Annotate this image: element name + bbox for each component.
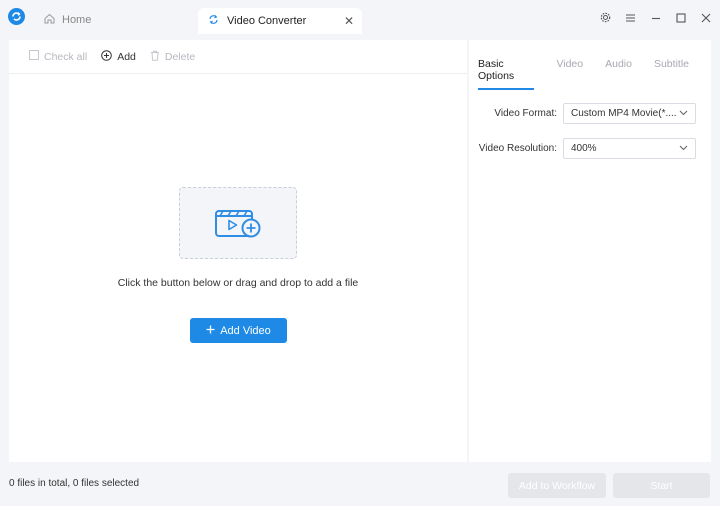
- options-panel: Basic Options Video Audio Subtitle Video…: [469, 40, 711, 462]
- status-text: 0 files in total, 0 files selected: [9, 478, 140, 489]
- add-circle-icon: [101, 49, 112, 64]
- check-all-checkbox[interactable]: Check all: [29, 50, 87, 63]
- tab-video-converter[interactable]: Video Converter ✕: [198, 8, 362, 34]
- video-format-row: Video Format: Custom MP4 Movie(*....: [469, 102, 711, 124]
- file-toolbar: Check all Add Delete: [9, 40, 467, 74]
- check-all-label: Check all: [44, 50, 88, 63]
- tab-video-converter-label: Video Converter: [227, 15, 307, 27]
- video-format-select[interactable]: Custom MP4 Movie(*....: [563, 102, 696, 124]
- plus-icon: [206, 325, 215, 337]
- window-controls: [597, 9, 714, 26]
- drop-hint-text: Click the button below or drag and drop …: [117, 277, 359, 289]
- convert-icon: [208, 14, 219, 28]
- title-bar: Home Video Converter ✕: [0, 0, 720, 38]
- add-video-file-icon: [214, 204, 262, 243]
- home-icon: [44, 13, 55, 27]
- video-format-value: Custom MP4 Movie(*....: [571, 107, 677, 119]
- add-video-button[interactable]: Add Video: [190, 318, 287, 343]
- maximize-icon[interactable]: [672, 9, 689, 26]
- video-resolution-select[interactable]: 400%: [563, 137, 696, 159]
- trash-icon: [150, 50, 160, 64]
- drop-zone[interactable]: [179, 187, 297, 259]
- add-video-label: Add Video: [220, 324, 271, 337]
- close-tab-icon[interactable]: ✕: [344, 14, 354, 28]
- delete-button[interactable]: Delete: [150, 50, 195, 64]
- start-button[interactable]: Start: [613, 473, 710, 498]
- add-button[interactable]: Add: [101, 49, 136, 64]
- minimize-icon[interactable]: [647, 9, 664, 26]
- close-window-icon[interactable]: [697, 9, 714, 26]
- chevron-down-icon: [679, 108, 688, 119]
- file-list-panel: Check all Add Delete Click the button be…: [9, 40, 467, 462]
- tab-basic-options[interactable]: Basic Options: [478, 58, 535, 90]
- video-resolution-label: Video Resolution:: [478, 142, 557, 154]
- video-resolution-row: Video Resolution: 400%: [469, 137, 711, 159]
- add-label: Add: [117, 50, 136, 63]
- tab-home[interactable]: Home: [44, 9, 91, 31]
- chevron-down-icon: [679, 143, 688, 154]
- tab-home-label: Home: [62, 14, 92, 26]
- video-format-label: Video Format:: [494, 107, 557, 119]
- delete-label: Delete: [164, 50, 196, 63]
- app-logo-icon: [8, 8, 25, 25]
- tab-subtitle[interactable]: Subtitle: [654, 58, 689, 90]
- menu-icon[interactable]: [622, 9, 639, 26]
- checkbox-icon: [29, 50, 39, 63]
- options-tabs: Basic Options Video Audio Subtitle: [478, 58, 711, 90]
- tab-audio[interactable]: Audio: [605, 58, 632, 90]
- video-resolution-value: 400%: [571, 142, 597, 154]
- add-to-workflow-button[interactable]: Add to Workflow: [508, 473, 606, 498]
- settings-gear-icon[interactable]: [597, 9, 614, 26]
- tab-video[interactable]: Video: [556, 58, 583, 90]
